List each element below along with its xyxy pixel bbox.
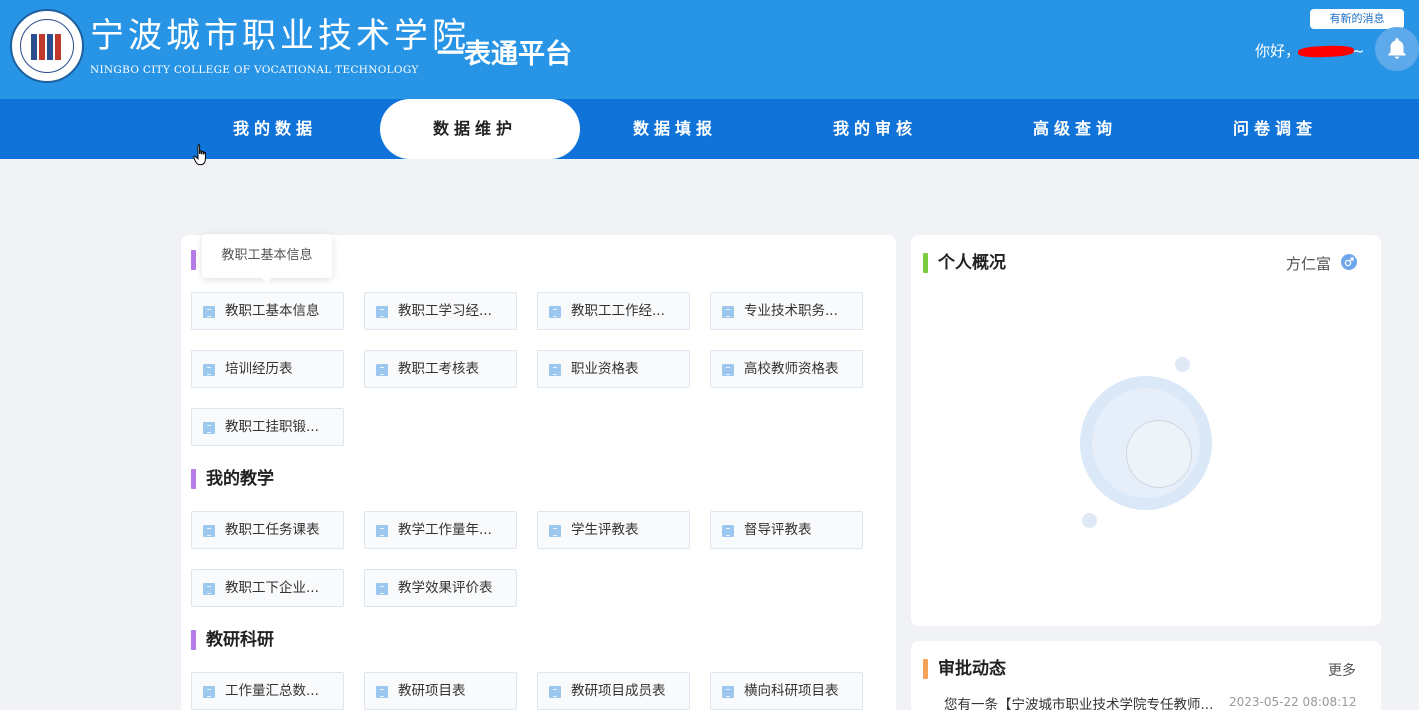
approval-time: 2023-05-22 08:08:12 — [1229, 695, 1357, 709]
tile-supervisor-evaluation[interactable]: 督导评教表 — [710, 511, 863, 549]
bell-icon[interactable] — [1375, 27, 1419, 71]
approval-message[interactable]: 您有一条【宁波城市职业技术学院专任教师... — [944, 693, 1213, 710]
school-name-en: NINGBO CITY COLLEGE OF VOCATIONAL TECHNO… — [90, 64, 419, 76]
table-icon — [203, 422, 215, 434]
profile-accent-bar — [923, 253, 928, 273]
approval-panel: 审批动态 更多 您有一条【宁波城市职业技术学院专任教师... 2023-05-2… — [911, 641, 1381, 710]
redacted-username — [1297, 45, 1355, 58]
tile-staff-study-history[interactable]: 教职工学习经... — [364, 292, 517, 330]
table-icon — [722, 306, 734, 318]
nav-survey[interactable]: 问卷调查 — [1233, 99, 1317, 159]
nav-my-data[interactable]: 我的数据 — [233, 99, 317, 159]
tile-enterprise-practice[interactable]: 教职工下企业... — [191, 569, 344, 607]
tile-student-evaluation[interactable]: 学生评教表 — [537, 511, 690, 549]
profile-name: 方仁富 — [1286, 255, 1332, 273]
tile-secondment[interactable]: 教职工挂职锻... — [191, 408, 344, 446]
section-title: 我的教学 — [206, 469, 274, 489]
tile-teaching-workload[interactable]: 教学工作量年... — [364, 511, 517, 549]
male-icon — [1341, 254, 1357, 270]
table-icon — [203, 306, 215, 318]
tile-teacher-qualification[interactable]: 高校教师资格表 — [710, 350, 863, 388]
table-icon — [376, 306, 388, 318]
tile-course-schedule[interactable]: 教职工任务课表 — [191, 511, 344, 549]
school-logo[interactable] — [10, 9, 84, 83]
section-accent-bar — [191, 250, 196, 270]
avatar-ring — [1092, 388, 1200, 498]
tile-research-project-members[interactable]: 教研项目成员表 — [537, 672, 690, 710]
logo-emblem-icon — [20, 19, 74, 73]
tile-workload-summary[interactable]: 工作量汇总数... — [191, 672, 344, 710]
data-category-panel: 教职工基本信息 教职工学习经... 教职工工作经... 专业技术职务... 培训… — [181, 235, 896, 710]
table-icon — [549, 364, 561, 376]
greeting-prefix: 你好， — [1255, 42, 1301, 60]
tile-training-history[interactable]: 培训经历表 — [191, 350, 344, 388]
decor-dot — [1175, 357, 1190, 372]
tile-staff-basic-info[interactable]: 教职工基本信息 — [191, 292, 344, 330]
platform-title: 一表通平台 — [437, 39, 572, 70]
tile-horizontal-research[interactable]: 横向科研项目表 — [710, 672, 863, 710]
tile-teaching-effect[interactable]: 教学效果评价表 — [364, 569, 517, 607]
profile-title: 个人概况 — [938, 253, 1006, 273]
hand-cursor-icon — [193, 144, 206, 166]
avatar[interactable] — [1080, 376, 1212, 510]
tooltip: 教职工基本信息 — [202, 234, 332, 283]
table-icon — [722, 364, 734, 376]
table-icon — [722, 525, 734, 537]
tile-professional-title[interactable]: 专业技术职务... — [710, 292, 863, 330]
tile-staff-work-history[interactable]: 教职工工作经... — [537, 292, 690, 330]
table-icon — [203, 686, 215, 698]
more-link[interactable]: 更多 — [1328, 660, 1356, 680]
approval-accent-bar — [923, 659, 928, 679]
user-greeting: 你好， ~ — [1255, 40, 1365, 61]
nav-advanced-query[interactable]: 高级查询 — [1033, 99, 1117, 159]
table-icon — [549, 306, 561, 318]
table-icon — [549, 686, 561, 698]
tile-staff-assessment[interactable]: 教职工考核表 — [364, 350, 517, 388]
table-icon — [376, 364, 388, 376]
table-icon — [722, 686, 734, 698]
section-accent-bar — [191, 469, 196, 489]
table-icon — [376, 686, 388, 698]
decor-dot — [1082, 513, 1097, 528]
table-icon — [376, 525, 388, 537]
approval-title: 审批动态 — [938, 659, 1006, 679]
header: 宁波城市职业技术学院 NINGBO CITY COLLEGE OF VOCATI… — [0, 0, 1419, 100]
table-icon — [376, 583, 388, 595]
section-title: 教研科研 — [206, 630, 274, 650]
section-accent-bar — [191, 630, 196, 650]
school-name-cn: 宁波城市职业技术学院 — [90, 16, 470, 56]
new-message-badge[interactable]: 有新的消息 — [1310, 9, 1404, 29]
nav-data-fill[interactable]: 数据填报 — [633, 99, 717, 159]
avatar-image-icon — [1126, 420, 1192, 488]
tile-vocational-qualification[interactable]: 职业资格表 — [537, 350, 690, 388]
table-icon — [203, 364, 215, 376]
nav-my-review[interactable]: 我的审核 — [833, 99, 917, 159]
main-nav: 我的数据 数据维护 数据填报 我的审核 高级查询 问卷调查 — [0, 99, 1419, 159]
tile-research-project[interactable]: 教研项目表 — [364, 672, 517, 710]
profile-panel: 个人概况 方仁富 — [911, 235, 1381, 626]
table-icon — [203, 583, 215, 595]
nav-data-maintenance[interactable]: 数据维护 — [433, 99, 517, 159]
table-icon — [549, 525, 561, 537]
table-icon — [203, 525, 215, 537]
